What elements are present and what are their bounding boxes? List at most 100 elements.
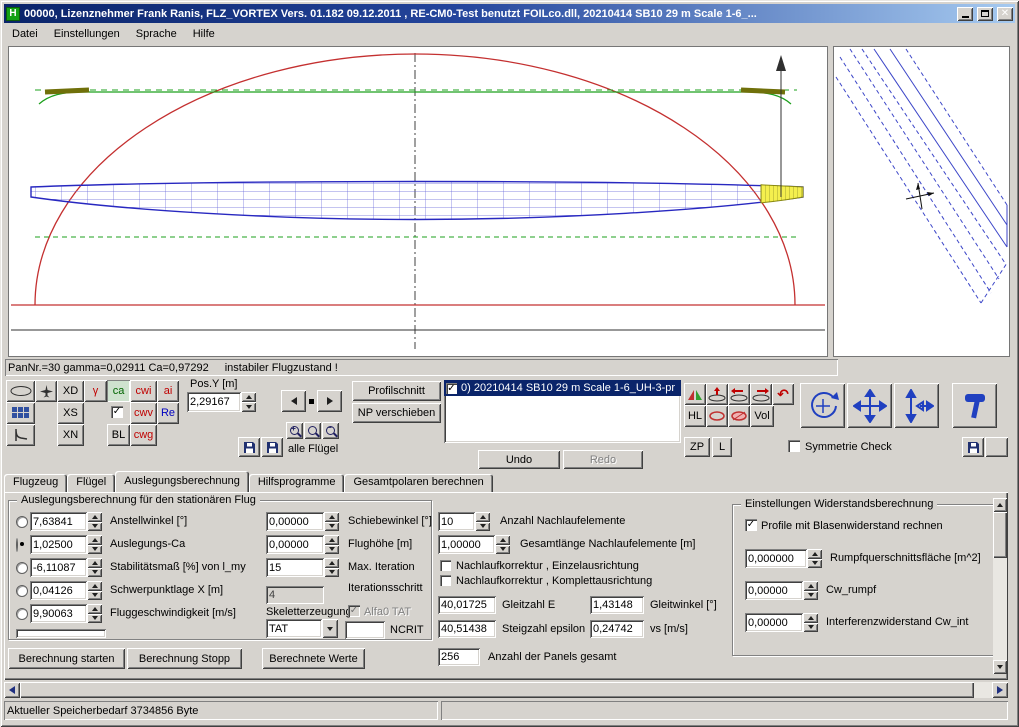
cwg-button[interactable]: cwg [130,424,157,446]
stepper-up-button[interactable] [324,512,339,522]
radio-auslegungs-ca[interactable] [16,538,18,552]
schwerpunktlage-input[interactable]: 0,04126 [30,581,87,600]
ellipse-tool-button[interactable] [706,405,728,427]
korrektur-komplett-checkbox[interactable] [440,575,451,586]
export-plot-button[interactable] [238,437,260,457]
alfa0-tat-checkbox[interactable] [348,605,360,617]
gamma-button[interactable]: γ [84,380,107,402]
panel-grid-button[interactable] [6,402,35,424]
stabilitaetsmass-input[interactable]: -6,11087 [30,558,87,577]
skelett-mode-select[interactable]: TAT [266,619,338,638]
xn-button[interactable]: XN [57,424,84,446]
stepper-down-button[interactable] [87,591,102,601]
stepper-down-button[interactable] [495,545,510,555]
tab-hilfsprogramme[interactable]: Hilfsprogramme [249,474,345,492]
stepper-down-button[interactable] [87,614,102,624]
np-verschieben-button[interactable]: NP verschieben [352,403,441,423]
stepper-down-button[interactable] [87,568,102,578]
mirror-button[interactable] [684,383,706,405]
zoom-reset-button[interactable] [304,422,321,439]
wing-listbox[interactable]: 0) 20210414 SB10 29 m Scale 1-6_UH-3-pr [444,380,681,443]
scale-view-button[interactable] [894,383,939,428]
l-button[interactable]: L [712,437,732,457]
pos-y-up-button[interactable] [241,392,256,402]
stepper-up-button[interactable] [803,581,818,591]
ncrit-input[interactable] [345,621,385,639]
step-right-button[interactable] [317,390,342,412]
flughoehe-input[interactable]: 0,00000 [266,535,324,554]
ellipse-fill-tool-button[interactable] [728,405,750,427]
horizontal-scroll-thumb[interactable] [20,682,974,698]
planform-plot-canvas[interactable] [8,46,828,357]
vertical-scroll-thumb[interactable] [993,512,1007,558]
stepper-down-button[interactable] [87,545,102,555]
save-geometry-button[interactable] [962,437,984,457]
stepper-down-button[interactable] [803,623,818,633]
title-bar[interactable]: H 00000, Lizenznehmer Frank Ranis, FLZ_V… [4,4,1015,23]
menu-datei[interactable]: Datei [4,26,46,42]
cwv-button[interactable]: cwv [130,402,157,424]
stepper-up-button[interactable] [87,558,102,568]
tool-hammer-button[interactable] [952,383,997,428]
panel-vertical-scrollbar[interactable] [993,498,1007,674]
stepper-down-button[interactable] [324,522,339,532]
redo-button[interactable]: Redo [563,450,643,469]
stepper-up-button[interactable] [87,581,102,591]
move-view-button[interactable] [847,383,892,428]
stepper-up-button[interactable] [475,512,490,522]
wing-visible-checkbox[interactable] [446,383,457,394]
korrektur-einzel-checkbox[interactable] [440,560,451,571]
cwi-button[interactable]: cwi [130,380,157,402]
pos-y-down-button[interactable] [241,402,256,412]
profile-view-button[interactable] [6,380,35,402]
step-left-button[interactable] [281,390,306,412]
rotate-view-button[interactable] [800,383,845,428]
stepper-up-button[interactable] [807,549,822,559]
ai-button[interactable]: ai [157,380,179,402]
scroll-right-button[interactable] [992,682,1008,698]
hl-button[interactable]: HL [684,405,706,427]
menu-sprache[interactable]: Sprache [128,26,185,42]
undo-transform-button[interactable] [772,383,794,405]
radio-schwerpunktlage[interactable] [16,585,28,597]
stepper-down-button[interactable] [324,568,339,578]
stepper-up-button[interactable] [87,535,102,545]
scroll-down-button[interactable] [993,660,1007,674]
profilschnitt-button[interactable]: Profilschnitt [352,381,441,401]
scroll-left-button[interactable] [4,682,20,698]
zp-button[interactable]: ZP [684,437,710,457]
radio-stabilitaetsmass[interactable] [16,562,28,574]
ca-option-checkbox[interactable] [111,406,123,418]
radio-fluggeschwindigkeit[interactable] [16,608,28,620]
close-button[interactable]: ✕ [997,7,1013,21]
tab-auslegungsberechnung[interactable]: Auslegungsberechnung [115,471,249,492]
cw-int-input[interactable]: 0,00000 [745,613,803,632]
xd-button[interactable]: XD [57,380,84,402]
foil-shift-left-button[interactable] [728,383,750,405]
symmetrie-check-checkbox[interactable] [788,440,800,452]
stepper-up-button[interactable] [87,604,102,614]
wingtip-3d-canvas[interactable] [833,46,1010,357]
maximize-button[interactable] [977,7,993,21]
stepper-up-button[interactable] [324,558,339,568]
bl-button[interactable]: BL [107,424,130,446]
undo-button[interactable]: Undo [478,450,560,469]
seat-view-button[interactable] [6,424,35,446]
extra-tool-button[interactable] [985,437,1008,457]
re-button[interactable]: Re [157,402,179,424]
cw-rumpf-input[interactable]: 0,00000 [745,581,803,600]
auslegungs-ca-input[interactable]: 1,02500 [30,535,87,554]
minimize-button[interactable] [957,7,973,21]
stepper-down-button[interactable] [324,545,339,555]
foil-shift-up-button[interactable] [706,383,728,405]
schiebewinkel-input[interactable]: 0,00000 [266,512,324,531]
stepper-down-button[interactable] [803,591,818,601]
tab-gesamtpolaren[interactable]: Gesamtpolaren berechnen [344,474,492,492]
nachlauf-anzahl-input[interactable]: 10 [438,512,475,531]
stepper-up-button[interactable] [324,535,339,545]
save-plot-button[interactable] [261,437,283,457]
rumpf-flaeche-input[interactable]: 0,000000 [745,549,807,568]
foil-shift-right-button[interactable] [750,383,772,405]
dropdown-button[interactable] [322,619,338,638]
tab-fluegel[interactable]: Flügel [67,474,115,492]
